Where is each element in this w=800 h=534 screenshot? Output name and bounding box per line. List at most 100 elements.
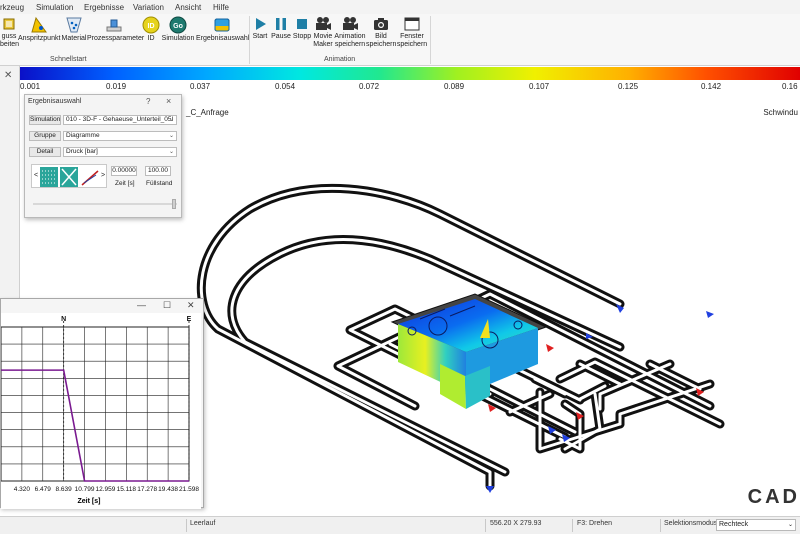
- pressure-graph-window: — ☐ ✕ N E 4.320 6.479 8.639 10.799 12.959 15.1…: [0, 298, 204, 509]
- x-tick-label: 10.799: [75, 486, 95, 493]
- save-animation-button[interactable]: Animation speichern: [334, 16, 366, 49]
- menu-ansicht[interactable]: Ansicht: [175, 3, 201, 12]
- thumbnail-pattern-1[interactable]: [40, 167, 58, 187]
- x-axis-label: Zeit [s]: [78, 498, 101, 505]
- scale-tick: 0.089: [444, 82, 465, 91]
- scale-tick: 0.019: [106, 82, 127, 91]
- dialog-close-button[interactable]: ×: [166, 96, 171, 106]
- minimize-button[interactable]: —: [137, 300, 146, 310]
- process-parameter-icon: [106, 19, 122, 32]
- status-hint: F3: Drehen: [577, 520, 613, 527]
- panel-close-icon[interactable]: ✕: [4, 70, 12, 81]
- menu-variation[interactable]: Variation: [133, 3, 164, 12]
- dialog-title: Ergebnisauswahl: [28, 98, 82, 105]
- x-tick-label: 4.320: [14, 486, 31, 493]
- movie-maker-button[interactable]: Movie Maker: [312, 16, 334, 49]
- stop-icon: [297, 19, 307, 29]
- pressure-chart: N E 4.320 6.479 8.639 10.799 12.959 15.118 17.2…: [1, 313, 201, 509]
- thumbnail-strip: [40, 167, 100, 187]
- pause-button[interactable]: Pause: [270, 16, 292, 41]
- chevron-down-icon: ⌄: [168, 149, 174, 155]
- close-button[interactable]: ✕: [187, 300, 195, 311]
- x-tick-label: 8.639: [56, 486, 73, 493]
- selection-mode-label: Selektionsmodus: [664, 520, 718, 527]
- simulation-go-icon: Go: [169, 16, 187, 34]
- pause-icon: [276, 18, 286, 30]
- result-selection-icon: [214, 18, 230, 32]
- menu-werkzeug[interactable]: rkzeug: [0, 3, 24, 12]
- scale-tick: 0.072: [359, 82, 380, 91]
- start-button[interactable]: Start: [251, 16, 269, 41]
- detail-select[interactable]: Druck [bar] ⌄: [63, 147, 177, 157]
- status-state: Leerlauf: [190, 520, 216, 527]
- color-scale-ticks: 0.001 0.019 0.037 0.054 0.072 0.089 0.10…: [20, 80, 800, 94]
- marker-label: E: [187, 316, 192, 323]
- detail-row-button[interactable]: Detail: [29, 147, 61, 157]
- result-selection-dialog: Ergebnisauswahl ? × Simulation 010 - 3D-…: [24, 94, 182, 218]
- svg-text:Go: Go: [173, 23, 183, 30]
- time-value-field[interactable]: 0.00000: [111, 166, 137, 176]
- fill-value-field[interactable]: 100.00: [145, 166, 171, 176]
- material-icon: [66, 17, 82, 33]
- status-coordinates: 556.20 X 279.93: [490, 520, 542, 527]
- time-slider-handle[interactable]: [172, 199, 176, 209]
- play-icon: [256, 18, 266, 30]
- color-scale-bar: [20, 67, 800, 80]
- x-tick-label: 19.438: [158, 486, 178, 493]
- status-separator: [660, 519, 661, 532]
- photo-camera-icon: [374, 18, 388, 30]
- ribbon: guss beiten Anspritzpunkt Material Proze…: [0, 14, 800, 66]
- movie-camera-icon: [316, 17, 331, 30]
- fill-label: Füllstand: [146, 180, 173, 187]
- menu-ergebnisse[interactable]: Ergebnisse: [84, 3, 124, 12]
- menu-hilfe[interactable]: Hilfe: [213, 3, 229, 12]
- chevron-down-icon: ⌄: [168, 117, 174, 123]
- simulation-select[interactable]: 010 - 3D-F - Gehaeuse_Unterteil_05I ⌄: [63, 115, 177, 125]
- simulation-row-button[interactable]: Simulation: [29, 115, 61, 125]
- gate-edit-button[interactable]: guss beiten: [0, 16, 19, 49]
- menu-simulation[interactable]: Simulation: [36, 3, 73, 12]
- stop-button[interactable]: Stopp: [292, 16, 312, 41]
- x-tick-label: 17.278: [137, 486, 157, 493]
- id-button[interactable]: ID ID: [142, 16, 160, 43]
- thumb-prev-button[interactable]: <: [34, 172, 38, 179]
- group-select[interactable]: Diagramme ⌄: [63, 131, 177, 141]
- group-row-button[interactable]: Gruppe: [29, 131, 61, 141]
- time-slider-track[interactable]: [33, 203, 177, 205]
- cadmould-logo: CAD: [747, 486, 800, 508]
- result-thumbnails: < >: [31, 164, 107, 188]
- group-label-animation: Animation: [324, 56, 356, 63]
- x-tick-label: 15.118: [117, 486, 137, 493]
- animation-camera-icon: [343, 17, 358, 30]
- time-label: Zeit [s]: [115, 180, 135, 187]
- save-image-button[interactable]: Bild speichern: [366, 16, 396, 49]
- scale-tick: 0.142: [701, 82, 722, 91]
- group-label-schnellstart: Schnellstart: [50, 56, 87, 63]
- material-button[interactable]: Material: [61, 16, 87, 43]
- x-tick-label: 21.598: [179, 486, 199, 493]
- scale-tick: 0.125: [618, 82, 639, 91]
- dialog-help-button[interactable]: ?: [146, 97, 150, 106]
- ribbon-separator-end: [430, 16, 431, 64]
- status-separator: [572, 519, 573, 532]
- thumb-next-button[interactable]: >: [101, 172, 105, 179]
- save-window-button[interactable]: Fenster speichern: [396, 16, 428, 49]
- scale-tick: 0.054: [275, 82, 296, 91]
- x-tick-label: 6.479: [35, 486, 52, 493]
- scale-tick: 0.001: [20, 82, 41, 91]
- id-icon: ID: [142, 16, 160, 34]
- scale-tick: 0.107: [529, 82, 550, 91]
- marker-label: N: [61, 316, 66, 323]
- result-selection-button[interactable]: Ergebnisauswahl: [196, 16, 249, 43]
- scale-tick: 0.037: [190, 82, 211, 91]
- simulation-go-button[interactable]: Go Simulation: [161, 16, 195, 43]
- maximize-button[interactable]: ☐: [163, 300, 171, 311]
- process-parameter-button[interactable]: Prozessparameter: [87, 16, 144, 43]
- ribbon-separator: [249, 16, 250, 64]
- injection-point-button[interactable]: Anspritzpunkt: [18, 16, 60, 43]
- gate-edit-icon: [3, 18, 15, 30]
- svg-text:ID: ID: [148, 23, 155, 30]
- menu-bar: rkzeug Simulation Ergebnisse Variation A…: [0, 0, 800, 14]
- selection-mode-select[interactable]: Rechteck ⌄: [716, 519, 796, 531]
- status-separator: [485, 519, 486, 532]
